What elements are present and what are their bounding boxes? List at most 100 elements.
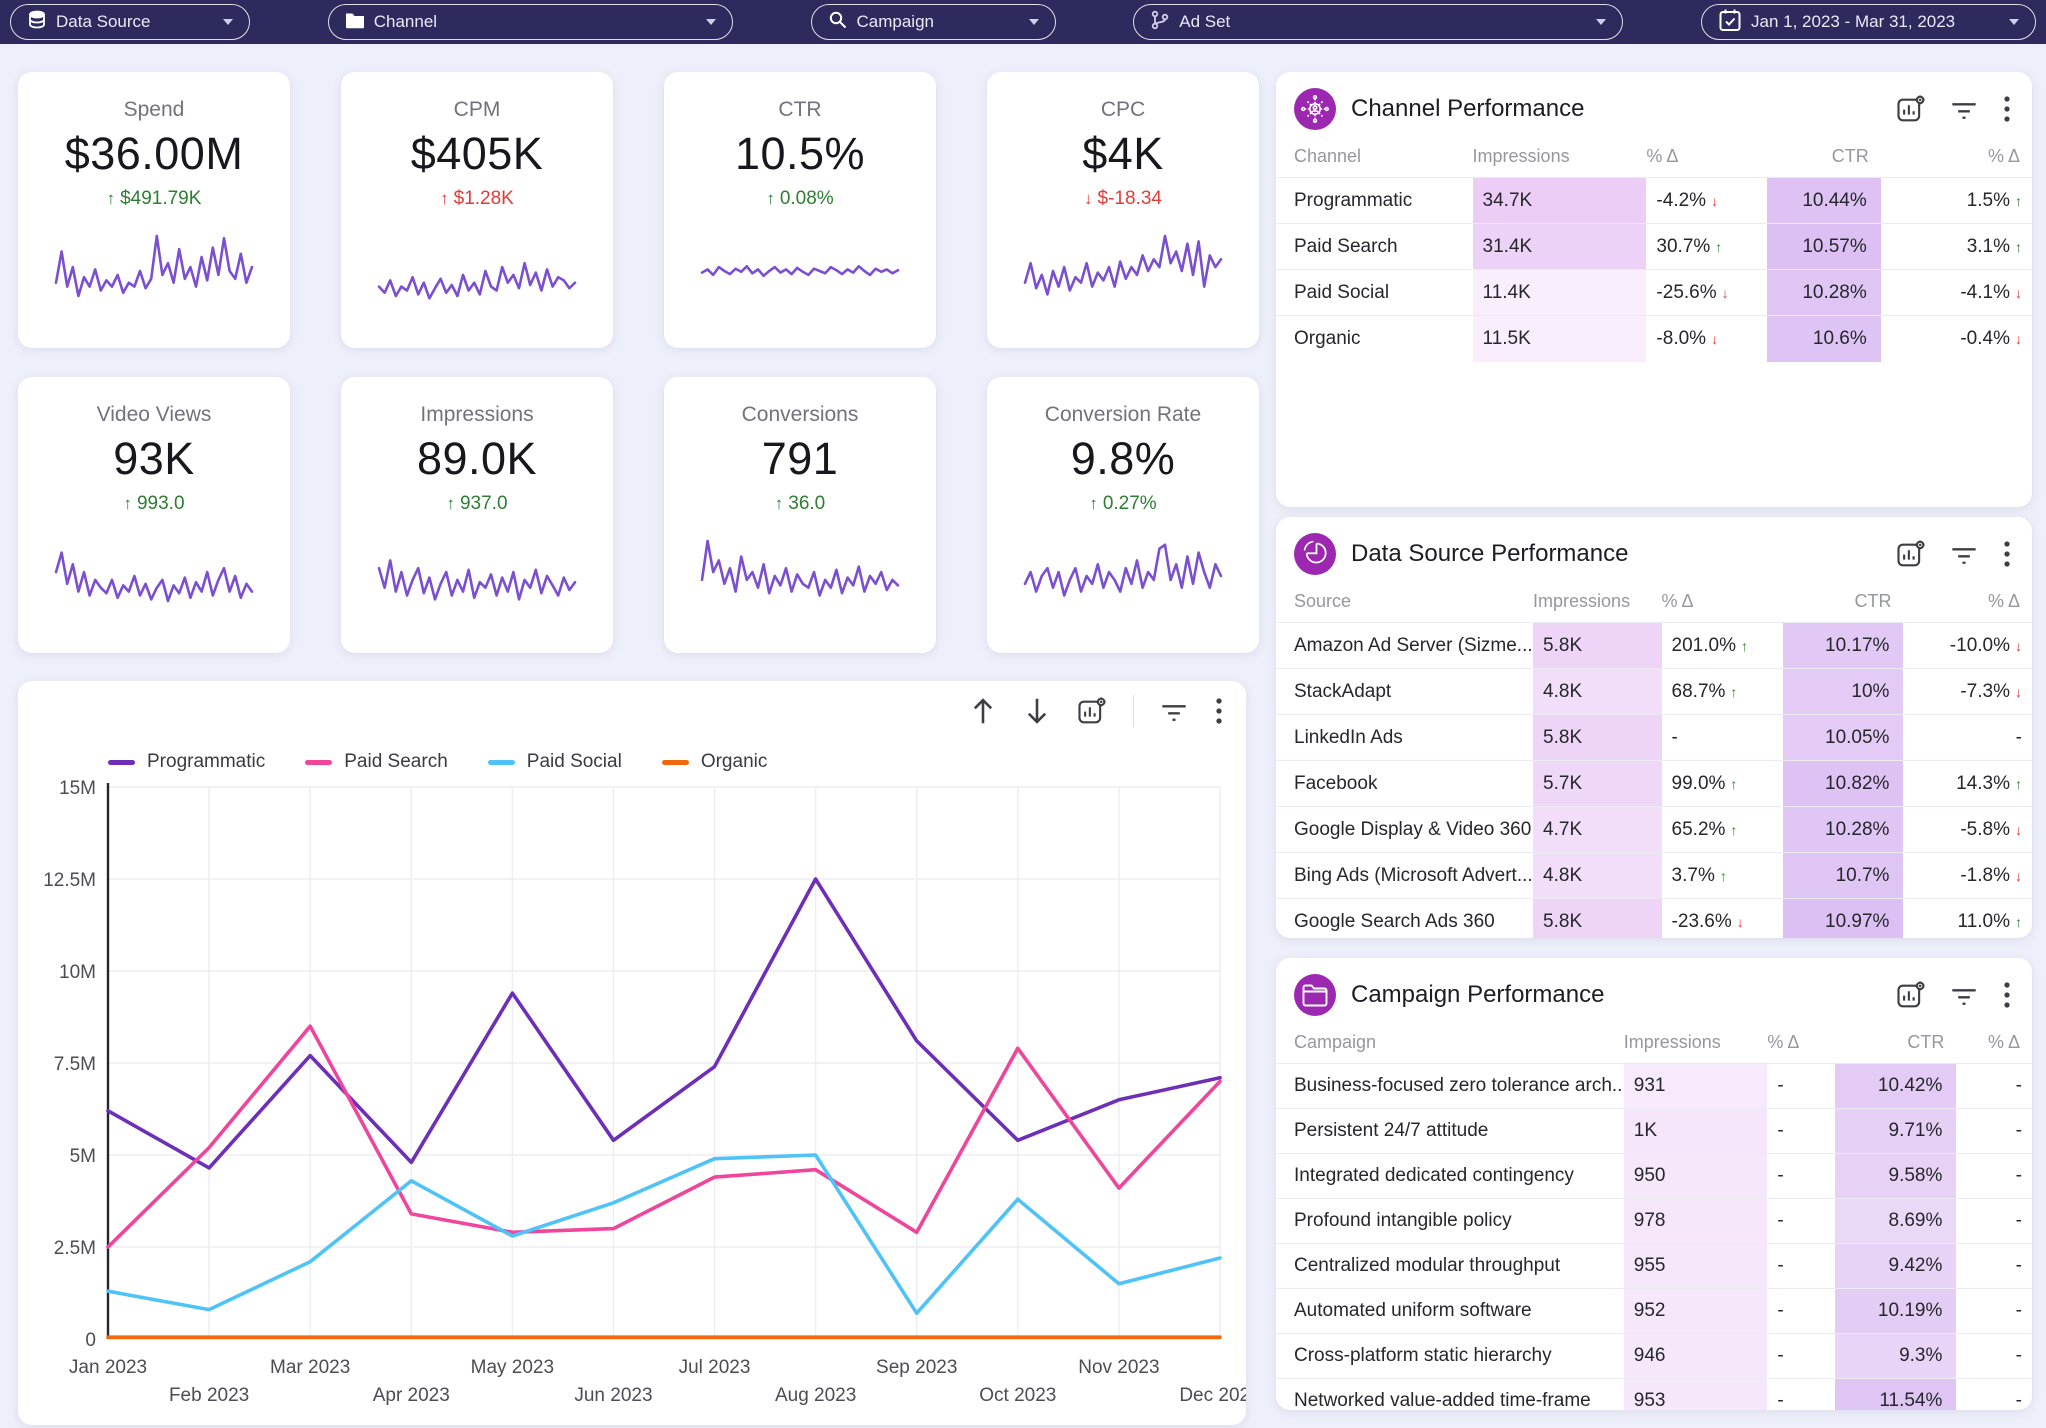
ctr-cell: 11.54% bbox=[1835, 1379, 1956, 1411]
arrow-down-icon: ↓ bbox=[2015, 285, 2022, 301]
filter-icon[interactable] bbox=[1160, 698, 1188, 724]
table-row[interactable]: Cross-platform static hierarchy946-9.3%- bbox=[1276, 1334, 2032, 1379]
kpi-sparkline bbox=[52, 529, 256, 621]
impressions-cell: 31.4K bbox=[1473, 224, 1647, 270]
chart-settings-icon[interactable] bbox=[1896, 539, 1926, 569]
table-row[interactable]: Profound intangible policy978-8.69%- bbox=[1276, 1199, 2032, 1244]
table-row[interactable]: Facebook5.7K99.0%↑10.82%14.3%↑ bbox=[1276, 761, 2032, 807]
row-name: Persistent 24/7 attitude bbox=[1276, 1109, 1624, 1154]
legend-item-paid-search[interactable]: Paid Search bbox=[305, 751, 448, 773]
table-row[interactable]: Integrated dedicated contingency950-9.58… bbox=[1276, 1154, 2032, 1199]
filter-icon[interactable] bbox=[1950, 982, 1978, 1008]
row-name: Networked value-added time-frame bbox=[1276, 1379, 1624, 1411]
table-row[interactable]: Business-focused zero tolerance arch...9… bbox=[1276, 1064, 2032, 1109]
pct-delta-cell: - bbox=[1956, 1334, 2032, 1379]
table-row[interactable]: Centralized modular throughput955-9.42%- bbox=[1276, 1244, 2032, 1289]
pct-value: -5.8% bbox=[1960, 819, 2010, 841]
pct-delta-cell: - bbox=[1956, 1379, 2032, 1411]
svg-text:15M: 15M bbox=[59, 778, 96, 799]
table-row[interactable]: Google Display & Video 3604.7K65.2%↑10.2… bbox=[1276, 807, 2032, 853]
kpi-delta-value: 36.0 bbox=[788, 493, 825, 515]
filter-data-source[interactable]: Data Source bbox=[10, 4, 250, 40]
pct-delta-cell: -4.2%↓ bbox=[1646, 178, 1767, 224]
kpi-title: CPC bbox=[987, 98, 1259, 122]
menu-icon[interactable] bbox=[2002, 94, 2012, 124]
arrow-up-icon: ↑ bbox=[123, 494, 132, 514]
arrow-down-icon: ↓ bbox=[2015, 868, 2022, 884]
arrow-down-icon: ↓ bbox=[1711, 193, 1718, 209]
arrow-up-icon: ↑ bbox=[775, 494, 784, 514]
column-header: Impressions bbox=[1533, 585, 1662, 623]
row-name: Google Display & Video 360 bbox=[1276, 807, 1533, 853]
legend-label: Paid Social bbox=[527, 751, 622, 773]
pct-value: 14.3% bbox=[1956, 773, 2010, 795]
series-line-paid-social bbox=[108, 1155, 1220, 1313]
table-row[interactable]: StackAdapt4.8K68.7%↑10%-7.3%↓ bbox=[1276, 669, 2032, 715]
chart-settings-icon[interactable] bbox=[1077, 696, 1107, 726]
filter-channel[interactable]: Channel bbox=[328, 4, 733, 40]
pct-delta-cell: 201.0%↑ bbox=[1662, 623, 1783, 669]
table-row[interactable]: Programmatic34.7K-4.2%↓10.44%1.5%↑ bbox=[1276, 178, 2032, 224]
chart-settings-icon[interactable] bbox=[1896, 980, 1926, 1010]
table-row[interactable]: Amazon Ad Server (Sizme...5.8K201.0%↑10.… bbox=[1276, 623, 2032, 669]
kpi-delta-value: 0.08% bbox=[780, 188, 834, 210]
svg-text:Aug 2023: Aug 2023 bbox=[775, 1385, 856, 1406]
svg-text:2.5M: 2.5M bbox=[54, 1238, 96, 1259]
channel-network-icon bbox=[1294, 88, 1336, 130]
row-name: Amazon Ad Server (Sizme... bbox=[1276, 623, 1533, 669]
chart-settings-icon[interactable] bbox=[1896, 94, 1926, 124]
ctr-cell: 10.19% bbox=[1835, 1289, 1956, 1334]
impressions-cell: 952 bbox=[1624, 1289, 1768, 1334]
table-row[interactable]: Organic11.5K-8.0%↓10.6%-0.4%↓ bbox=[1276, 316, 2032, 362]
pct-delta-cell: -10.0%↓ bbox=[1903, 623, 2032, 669]
campaign-folder-icon bbox=[1294, 974, 1336, 1016]
column-header: Source bbox=[1276, 585, 1533, 623]
scroll-down-icon[interactable] bbox=[1023, 696, 1051, 726]
impressions-cell: 5.8K bbox=[1533, 899, 1662, 939]
table-row[interactable]: Networked value-added time-frame953-11.5… bbox=[1276, 1379, 2032, 1411]
arrow-up-icon: ↑ bbox=[1730, 822, 1737, 838]
filter-campaign[interactable]: Campaign bbox=[811, 4, 1056, 40]
table-row[interactable]: Google Search Ads 3605.8K-23.6%↓10.97%11… bbox=[1276, 899, 2032, 939]
pct-delta-cell: -23.6%↓ bbox=[1662, 899, 1783, 939]
table-row[interactable]: Persistent 24/7 attitude1K-9.71%- bbox=[1276, 1109, 2032, 1154]
pct-delta-cell: - bbox=[1956, 1154, 2032, 1199]
arrow-up-icon: ↑ bbox=[107, 189, 116, 209]
table-row[interactable]: Bing Ads (Microsoft Advert...4.8K3.7%↑10… bbox=[1276, 853, 2032, 899]
date-range-picker[interactable]: Jan 1, 2023 - Mar 31, 2023 bbox=[1701, 4, 2036, 40]
legend-item-paid-social[interactable]: Paid Social bbox=[488, 751, 622, 773]
filter-ad-set[interactable]: Ad Set bbox=[1133, 4, 1623, 40]
pct-delta-cell: - bbox=[1956, 1244, 2032, 1289]
kpi-delta: ↑937.0 bbox=[341, 493, 613, 515]
kpi-delta: ↑0.08% bbox=[664, 188, 936, 210]
filter-icon[interactable] bbox=[1950, 541, 1978, 567]
table-row[interactable]: Automated uniform software952-10.19%- bbox=[1276, 1289, 2032, 1334]
row-name: Facebook bbox=[1276, 761, 1533, 807]
pct-delta-cell: -4.1%↓ bbox=[1881, 270, 2032, 316]
impressions-cell: 11.5K bbox=[1473, 316, 1647, 362]
menu-icon[interactable] bbox=[1214, 696, 1224, 726]
pct-value: - bbox=[2016, 1075, 2022, 1097]
arrow-down-icon: ↓ bbox=[2015, 822, 2022, 838]
table-title: Campaign Performance bbox=[1351, 981, 1881, 1009]
svg-text:Mar 2023: Mar 2023 bbox=[270, 1357, 350, 1378]
column-header: Impressions bbox=[1624, 1026, 1768, 1064]
kpi-value: 89.0K bbox=[341, 433, 613, 485]
table-row[interactable]: LinkedIn Ads5.8K-10.05%- bbox=[1276, 715, 2032, 761]
menu-icon[interactable] bbox=[2002, 539, 2012, 569]
legend-item-programmatic[interactable]: Programmatic bbox=[108, 751, 265, 773]
branch-icon bbox=[1150, 10, 1170, 35]
chevron-down-icon bbox=[1596, 19, 1606, 25]
table-row[interactable]: Paid Search31.4K30.7%↑10.57%3.1%↑ bbox=[1276, 224, 2032, 270]
table-card-data-source-performance: Data Source PerformanceSourceImpressions… bbox=[1276, 517, 2032, 938]
ctr-cell: 10.42% bbox=[1835, 1064, 1956, 1109]
filter-icon[interactable] bbox=[1950, 96, 1978, 122]
impressions-cell: 950 bbox=[1624, 1154, 1768, 1199]
table-card-channel-performance: Channel PerformanceChannelImpressions% Δ… bbox=[1276, 72, 2032, 507]
ctr-cell: 10.17% bbox=[1783, 623, 1904, 669]
menu-icon[interactable] bbox=[2002, 980, 2012, 1010]
filter-label: Data Source bbox=[56, 12, 206, 32]
table-row[interactable]: Paid Social11.4K-25.6%↓10.28%-4.1%↓ bbox=[1276, 270, 2032, 316]
legend-item-organic[interactable]: Organic bbox=[662, 751, 768, 773]
scroll-up-icon[interactable] bbox=[969, 696, 997, 726]
